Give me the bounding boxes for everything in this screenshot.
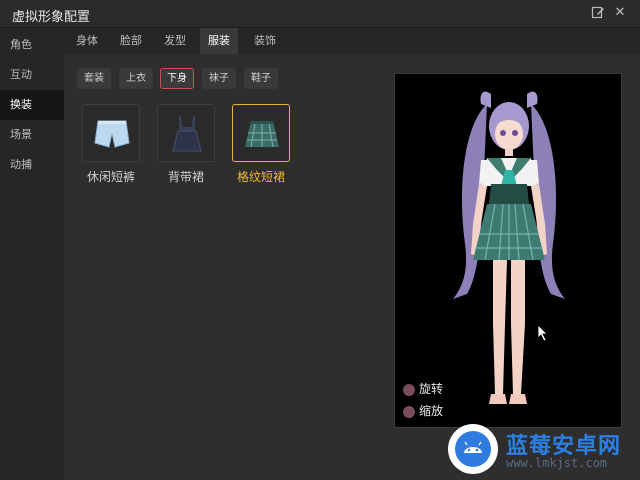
item-card-plaid-skirt[interactable] bbox=[232, 104, 290, 162]
android-robot-icon bbox=[455, 431, 491, 467]
watermark: 蓝莓安卓网 www.lmkjst.com bbox=[442, 418, 640, 480]
subtab-top[interactable]: 上衣 bbox=[119, 68, 153, 89]
sidebar-item-scene[interactable]: 场景 bbox=[0, 120, 64, 150]
overall-skirt-icon bbox=[172, 115, 202, 152]
sidebar: 角色 互动 换装 场景 动捕 bbox=[0, 28, 64, 480]
sidebar-item-role[interactable]: 角色 bbox=[0, 30, 64, 60]
rotate-control[interactable]: 旋转 bbox=[403, 380, 443, 397]
sidebar-item-interact[interactable]: 互动 bbox=[0, 60, 64, 90]
window-title: 虚拟形象配置 bbox=[12, 10, 91, 25]
rotate-label: 旋转 bbox=[419, 382, 444, 396]
item-card-denim-shorts[interactable] bbox=[82, 104, 140, 162]
zoom-icon bbox=[403, 405, 415, 418]
denim-shorts-icon bbox=[94, 120, 130, 148]
subtab-shoes[interactable]: 鞋子 bbox=[244, 68, 278, 89]
cursor-icon bbox=[537, 324, 548, 342]
tab-hair[interactable]: 发型 bbox=[156, 28, 194, 54]
tab-body[interactable]: 身体 bbox=[68, 28, 106, 54]
avatar-preview[interactable]: 旋转 缩放 bbox=[394, 73, 622, 428]
rotate-icon bbox=[403, 383, 415, 396]
avatar-figure bbox=[453, 91, 565, 404]
tab-clothing[interactable]: 服装 bbox=[200, 28, 238, 54]
zoom-label: 缩放 bbox=[419, 404, 444, 418]
watermark-url: www.lmkjst.com bbox=[506, 456, 608, 470]
item-label-denim-shorts: 休闲短裤 bbox=[86, 170, 135, 184]
sidebar-item-motion-capture[interactable]: 动捕 bbox=[0, 150, 64, 180]
item-card-overall-skirt[interactable] bbox=[157, 104, 215, 162]
subtab-set[interactable]: 套装 bbox=[77, 68, 111, 89]
plaid-skirt-icon bbox=[245, 121, 279, 148]
edit-icon[interactable] bbox=[590, 5, 606, 21]
sidebar-item-outfit[interactable]: 换装 bbox=[0, 90, 64, 120]
zoom-control[interactable]: 缩放 bbox=[403, 402, 443, 419]
tab-bar: 身体 脸部 发型 服装 装饰 bbox=[64, 28, 640, 54]
tab-accessories[interactable]: 装饰 bbox=[246, 28, 284, 54]
item-label-overall-skirt: 背带裙 bbox=[167, 170, 204, 184]
subtab-bottom[interactable]: 下身 bbox=[160, 68, 194, 89]
title-bar: 虚拟形象配置 ✕ bbox=[0, 0, 640, 28]
main-panel: 身体 脸部 发型 服装 装饰 套装 上衣 下身 袜子 鞋子 休闲短裤 背带裙 格… bbox=[64, 28, 640, 480]
tab-face[interactable]: 脸部 bbox=[112, 28, 150, 54]
close-icon[interactable]: ✕ bbox=[612, 5, 628, 21]
item-label-plaid-skirt: 格纹短裙 bbox=[236, 170, 285, 184]
subtab-socks[interactable]: 袜子 bbox=[202, 68, 236, 89]
